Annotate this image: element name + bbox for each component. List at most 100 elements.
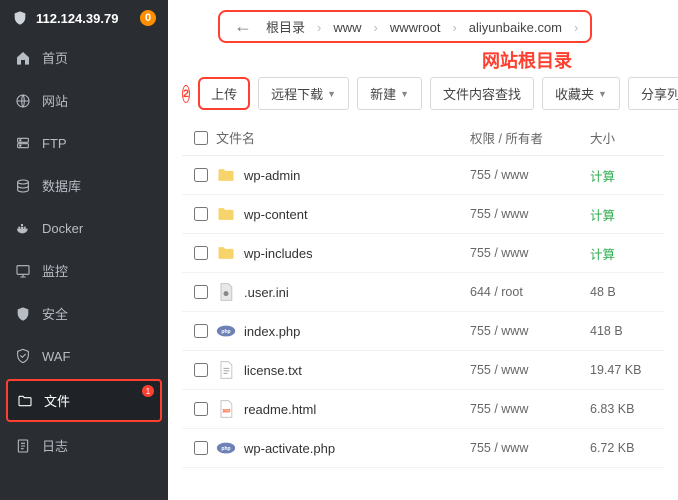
notification-badge[interactable]: 0 [140, 10, 156, 26]
file-permissions: 755 / www [470, 168, 590, 182]
file-size[interactable]: 计算 [590, 205, 660, 224]
ini-icon [216, 282, 236, 302]
column-name[interactable]: 文件名 [216, 128, 470, 147]
chevron-down-icon: ▼ [400, 89, 409, 99]
monitor-icon [14, 262, 32, 280]
file-permissions: 755 / www [470, 246, 590, 260]
sidebar-item-6[interactable]: 安全 [0, 292, 168, 335]
annotation-marker-2: 2 [182, 85, 190, 103]
row-checkbox[interactable] [194, 402, 208, 416]
sidebar-item-1[interactable]: 网站 [0, 79, 168, 122]
row-checkbox[interactable] [194, 324, 208, 338]
row-checkbox[interactable] [194, 285, 208, 299]
sidebar-item-5[interactable]: 监控 [0, 249, 168, 292]
upload-button[interactable]: 上传 [198, 77, 250, 110]
file-name: .user.ini [244, 285, 289, 300]
table-row[interactable]: .user.ini 644 / root48 B [182, 273, 664, 312]
sidebar-item-label: 监控 [42, 261, 68, 280]
php-icon: php [216, 321, 236, 341]
sidebar-item-label: 数据库 [42, 176, 81, 195]
sidebar-item-8[interactable]: 文件 1 [6, 379, 162, 422]
table-row[interactable]: wp-admin755 / www计算 [182, 156, 664, 195]
file-size: 6.72 KB [590, 441, 660, 455]
sidebar-item-7[interactable]: WAF [0, 335, 168, 377]
file-size: 48 B [590, 285, 660, 299]
home-icon [14, 49, 32, 67]
sidebar-item-label: FTP [42, 136, 67, 151]
txt-icon [216, 360, 236, 380]
sidebar-item-label: WAF [42, 349, 70, 364]
table-row[interactable]: license.txt755 / www19.47 KB [182, 351, 664, 390]
table-row[interactable]: wp-content755 / www计算 [182, 195, 664, 234]
main-panel: ← 根目录›www›wwwroot›aliyunbaike.com› 网站根目录… [168, 0, 678, 500]
row-checkbox[interactable] [194, 441, 208, 455]
breadcrumb-item[interactable]: wwwroot [382, 16, 449, 39]
content-search-button[interactable]: 文件内容查找 [430, 77, 534, 110]
column-size: 大小 [590, 128, 660, 147]
html-icon: HTML [216, 399, 236, 419]
row-checkbox[interactable] [194, 168, 208, 182]
table-row[interactable]: phpindex.php755 / www418 B [182, 312, 664, 351]
chevron-right-icon: › [313, 20, 325, 35]
remote-download-button[interactable]: 远程下载▼ [258, 77, 349, 110]
sidebar-item-0[interactable]: 首页 [0, 36, 168, 79]
sidebar-item-9[interactable]: 日志 [0, 424, 168, 467]
svg-text:php: php [221, 446, 230, 452]
chevron-down-icon: ▼ [598, 89, 607, 99]
breadcrumb-item[interactable]: www [325, 16, 369, 39]
chevron-right-icon: › [448, 20, 460, 35]
table-row[interactable]: php wp-activate.php 755 / www6.72 KB [182, 429, 664, 468]
column-permissions: 权限 / 所有者 [470, 128, 590, 147]
file-size: 6.83 KB [590, 402, 660, 416]
table-row[interactable]: wp-includes 755 / www计算 [182, 234, 664, 273]
chevron-right-icon: › [370, 20, 382, 35]
annotation-label: 网站根目录 [482, 47, 664, 73]
sidebar-item-label: 网站 [42, 91, 68, 110]
shield-icon [12, 10, 28, 26]
file-size[interactable]: 计算 [590, 166, 660, 185]
file-name: license.txt [244, 363, 302, 378]
breadcrumb-item[interactable]: 根目录 [258, 16, 313, 39]
sidebar-item-4[interactable]: Docker [0, 207, 168, 249]
breadcrumb: ← 根目录›www›wwwroot›aliyunbaike.com› [218, 10, 592, 43]
sidebar-item-2[interactable]: FTP [0, 122, 168, 164]
server-icon [14, 134, 32, 152]
annotation-marker-1: 1 [142, 385, 154, 397]
toolbar: 2 上传 远程下载▼ 新建▼ 文件内容查找 收藏夹▼ 分享列表 [182, 77, 664, 110]
sidebar-item-3[interactable]: 数据库 [0, 164, 168, 207]
folder-icon [216, 165, 236, 185]
svg-text:HTML: HTML [222, 409, 230, 413]
share-list-button[interactable]: 分享列表 [628, 77, 678, 110]
file-permissions: 755 / www [470, 207, 590, 221]
php-icon: php [216, 438, 236, 458]
docker-icon [14, 219, 32, 237]
sidebar-item-label: 首页 [42, 48, 68, 67]
new-button[interactable]: 新建▼ [357, 77, 422, 110]
file-name: wp-includes [244, 246, 313, 261]
row-checkbox[interactable] [194, 207, 208, 221]
database-icon [14, 177, 32, 195]
breadcrumb-item[interactable]: aliyunbaike.com [461, 16, 570, 39]
server-ip-row: 112.124.39.79 0 [0, 0, 168, 36]
breadcrumb-back[interactable]: ← [228, 16, 258, 37]
file-size: 19.47 KB [590, 363, 660, 377]
row-checkbox[interactable] [194, 363, 208, 377]
globe-icon [14, 92, 32, 110]
row-checkbox[interactable] [194, 246, 208, 260]
shield-icon [14, 305, 32, 323]
sidebar-item-label: 日志 [42, 436, 68, 455]
favorites-button[interactable]: 收藏夹▼ [542, 77, 620, 110]
select-all-checkbox[interactable] [194, 131, 208, 145]
table-row[interactable]: HTMLreadme.html755 / www6.83 KB [182, 390, 664, 429]
file-name: readme.html [244, 402, 316, 417]
sidebar-item-label: 文件 [44, 391, 70, 410]
server-ip: 112.124.39.79 [36, 11, 118, 26]
folder-icon [16, 392, 34, 410]
file-permissions: 644 / root [470, 285, 590, 299]
file-size[interactable]: 计算 [590, 244, 660, 263]
file-permissions: 755 / www [470, 441, 590, 455]
folder-icon [216, 243, 236, 263]
table-header: 文件名 权限 / 所有者 大小 [182, 120, 664, 156]
file-name: index.php [244, 324, 300, 339]
file-name: wp-activate.php [244, 441, 335, 456]
